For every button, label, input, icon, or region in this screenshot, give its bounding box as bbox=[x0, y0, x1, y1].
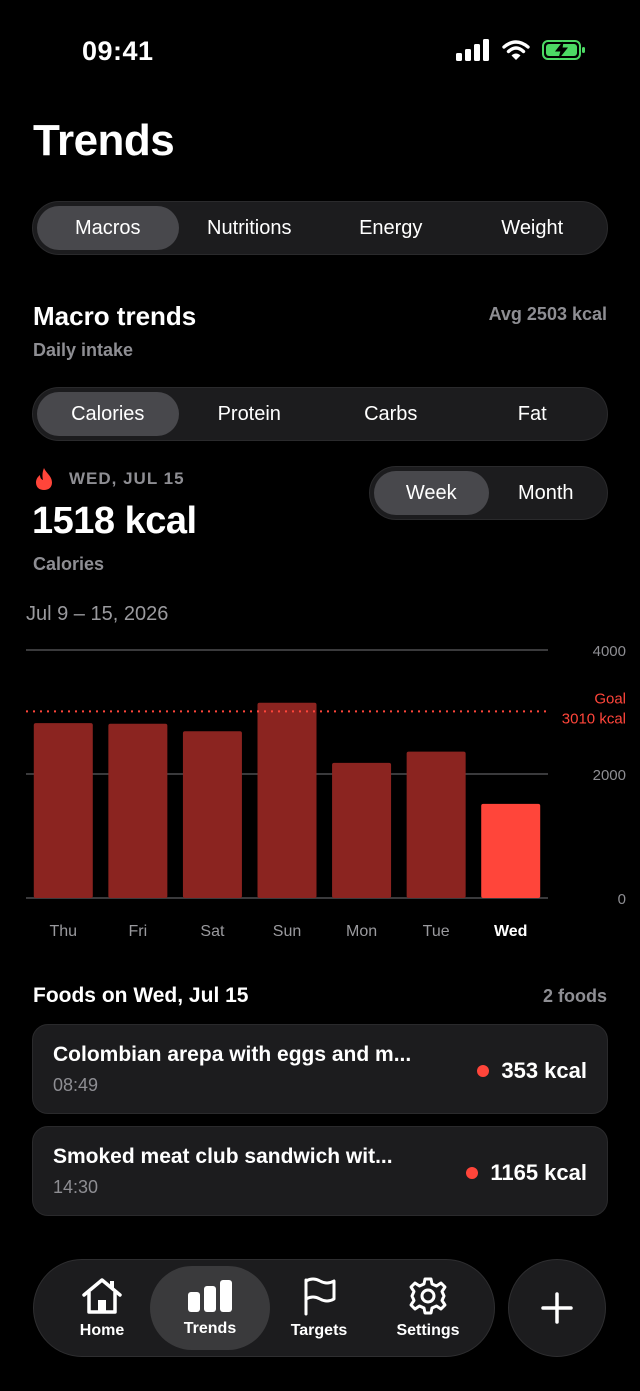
goal-label: Goal bbox=[594, 690, 626, 707]
x-tick-label: Tue bbox=[423, 923, 450, 940]
tab-targets-label: Targets bbox=[290, 1322, 348, 1339]
selected-date-row: WED, JUL 15 bbox=[33, 467, 185, 491]
bar bbox=[257, 702, 317, 898]
tab-protein[interactable]: Protein bbox=[179, 392, 321, 436]
tab-settings[interactable]: Settings bbox=[382, 1266, 474, 1350]
tab-fat[interactable]: Fat bbox=[462, 392, 604, 436]
tab-week[interactable]: Week bbox=[374, 471, 489, 515]
page-title: Trends bbox=[33, 116, 175, 165]
tab-trends[interactable]: Trends bbox=[150, 1266, 270, 1350]
section-title: Macro trends bbox=[33, 301, 197, 331]
food-name: Colombian arepa with eggs and m... bbox=[53, 1043, 412, 1066]
tab-nutritions[interactable]: Nutritions bbox=[179, 206, 321, 250]
date-range: Jul 9 – 15, 2026 bbox=[26, 603, 169, 625]
food-name: Smoked meat club sandwich wit... bbox=[53, 1145, 393, 1168]
foods-title: Foods on Wed, Jul 15 bbox=[33, 984, 249, 1007]
average-kcal: Avg 2503 kcal bbox=[488, 304, 607, 324]
signal-icon bbox=[456, 39, 489, 61]
bar bbox=[481, 803, 541, 898]
selected-value: 1518 kcal bbox=[32, 500, 197, 542]
food-kcal-value: 1165 kcal bbox=[490, 1160, 587, 1185]
section-subtitle: Daily intake bbox=[33, 340, 134, 360]
flag-icon bbox=[304, 1277, 336, 1316]
tab-home[interactable]: Home bbox=[54, 1266, 150, 1350]
tab-home-label: Home bbox=[79, 1322, 125, 1339]
bar-chart-icon bbox=[188, 1280, 232, 1312]
food-kcal: 1165 kcal bbox=[466, 1160, 587, 1186]
tab-energy[interactable]: Energy bbox=[320, 206, 462, 250]
food-time: 14:30 bbox=[53, 1177, 99, 1197]
bar bbox=[33, 723, 93, 898]
wifi-icon bbox=[502, 40, 530, 60]
bar bbox=[108, 723, 168, 898]
bar bbox=[182, 731, 242, 898]
selected-metric-label: Calories bbox=[33, 554, 105, 574]
y-tick-label: 2000 bbox=[593, 767, 626, 784]
tab-month[interactable]: Month bbox=[489, 471, 604, 515]
bar bbox=[332, 762, 392, 898]
y-tick-label: 0 bbox=[618, 891, 626, 908]
plus-icon bbox=[541, 1292, 573, 1324]
flame-icon bbox=[36, 468, 52, 490]
red-dot-icon bbox=[466, 1167, 479, 1179]
tab-targets[interactable]: Targets bbox=[274, 1266, 364, 1350]
food-kcal: 353 kcal bbox=[477, 1058, 587, 1084]
selected-date: WED, JUL 15 bbox=[69, 469, 185, 488]
range-tabs: Week Month bbox=[369, 466, 608, 520]
bottom-tab-bar: Home Trends Targets Settings bbox=[33, 1259, 495, 1357]
bar bbox=[406, 751, 466, 898]
metric-tabs: Calories Protein Carbs Fat bbox=[32, 387, 608, 441]
food-card[interactable]: Smoked meat club sandwich wit... 14:30 1… bbox=[32, 1126, 608, 1216]
tab-weight[interactable]: Weight bbox=[462, 206, 604, 250]
add-button[interactable] bbox=[508, 1259, 606, 1357]
y-tick-label: 4000 bbox=[593, 643, 626, 660]
red-dot-icon bbox=[477, 1065, 490, 1077]
x-tick-label: Fri bbox=[129, 923, 148, 940]
x-tick-label: Sat bbox=[200, 923, 225, 940]
food-card[interactable]: Colombian arepa with eggs and m... 08:49… bbox=[32, 1024, 608, 1114]
x-tick-label: Wed bbox=[494, 923, 527, 940]
foods-count: 2 foods bbox=[542, 986, 607, 1006]
status-icons bbox=[456, 39, 586, 61]
main-tabs: Macros Nutritions Energy Weight bbox=[32, 201, 608, 255]
tab-macros[interactable]: Macros bbox=[37, 206, 179, 250]
gear-icon bbox=[409, 1277, 447, 1315]
food-time: 08:49 bbox=[53, 1075, 99, 1095]
battery-charging-icon bbox=[542, 40, 585, 60]
tab-trends-label: Trends bbox=[183, 1320, 237, 1337]
tab-calories[interactable]: Calories bbox=[37, 392, 179, 436]
tab-settings-label: Settings bbox=[396, 1322, 460, 1339]
goal-value-label: 3010 kcal bbox=[562, 710, 626, 727]
calories-bar-chart: 0 2000 4000 Thu Fri Sat Sun Mon Tue Wed Goal 3010 k… bbox=[26, 643, 626, 940]
status-time: 09:41 bbox=[82, 36, 154, 66]
x-tick-label: Mon bbox=[346, 923, 377, 940]
food-kcal-value: 353 kcal bbox=[501, 1058, 587, 1083]
x-tick-label: Sun bbox=[273, 923, 301, 940]
house-icon bbox=[82, 1278, 122, 1314]
tab-carbs[interactable]: Carbs bbox=[320, 392, 462, 436]
x-tick-label: Thu bbox=[49, 923, 77, 940]
